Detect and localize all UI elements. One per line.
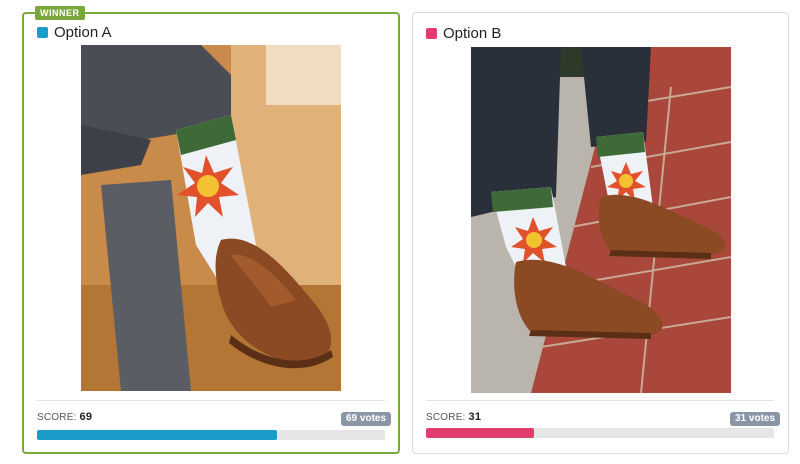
option-b-score-bar-fill [426, 428, 534, 438]
option-a-title: Option A [54, 24, 112, 41]
option-a-header: Option A [37, 24, 112, 41]
option-a-photo[interactable] [81, 45, 341, 391]
option-b-score-value: 31 [468, 411, 482, 423]
option-a-divider [37, 400, 385, 401]
option-b-votes-badge: 31 votes [730, 412, 781, 426]
option-a-score: SCORE: 69 [37, 411, 92, 423]
option-b-color-swatch [426, 28, 437, 39]
winner-badge: WINNER [35, 6, 85, 20]
option-a-score-value: 69 [79, 411, 93, 423]
option-b-score: SCORE: 31 [426, 411, 481, 423]
option-b-score-bar [426, 428, 774, 438]
option-b-score-label: SCORE: [426, 412, 466, 423]
option-b-header: Option B [426, 25, 501, 42]
option-b-divider [426, 400, 774, 401]
option-a-score-label: SCORE: [37, 412, 77, 423]
option-b-title: Option B [443, 25, 502, 42]
option-a-score-bar [37, 430, 385, 440]
option-a-votes-badge: 69 votes [341, 412, 392, 426]
option-b-photo[interactable] [471, 47, 731, 393]
option-a-color-swatch [37, 27, 48, 38]
option-a-score-bar-fill [37, 430, 278, 440]
